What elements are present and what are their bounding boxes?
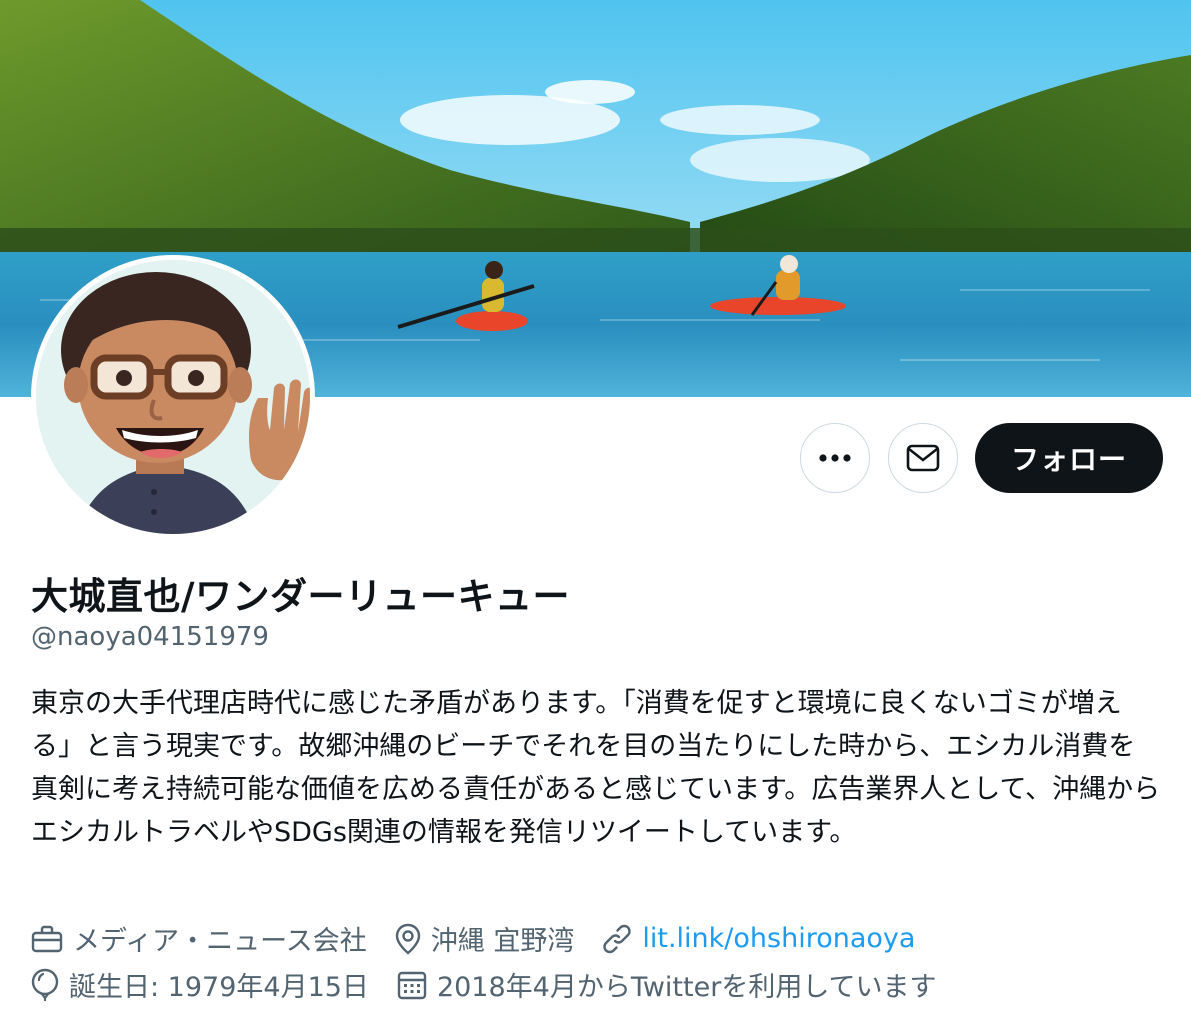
profile-avatar-frame[interactable] (31, 255, 315, 539)
follow-button-label: フォロー (1010, 443, 1127, 476)
mail-icon (906, 444, 940, 472)
meta-category: メディア・ニュース会社 (31, 919, 367, 958)
more-icon (819, 454, 851, 462)
more-button[interactable] (800, 423, 870, 493)
profile-bio: 東京の大手代理店時代に感じた矛盾があります。「消費を促すと環境に良くないゴミが増… (31, 688, 1161, 848)
meta-link[interactable]: lit.link/ohshironaoya (602, 923, 915, 954)
meta-joined: 2018年4月からTwitterを利用しています (397, 965, 937, 1004)
meta-joined-text: 2018年4月からTwitterを利用しています (436, 972, 937, 1003)
meta-birthday: 誕生日: 1979年4月15日 (31, 965, 369, 1004)
display-name: 大城直也/ワンダーリューキュー (31, 575, 571, 618)
calendar-icon (397, 971, 427, 999)
meta-location-text: 沖縄 宜野湾 (430, 926, 575, 957)
balloon-icon (31, 968, 59, 1001)
profile-website-link[interactable]: lit.link/ohshironaoya (642, 923, 915, 954)
message-button[interactable] (888, 423, 958, 493)
profile-meta-row-1: メディア・ニュース会社 沖縄 宜野湾 lit.link/ohshironaoya (31, 919, 943, 958)
link-icon (603, 924, 632, 953)
meta-location: 沖縄 宜野湾 (395, 919, 575, 958)
meta-birthday-text: 誕生日: 1979年4月15日 (69, 972, 369, 1003)
user-handle: @naoya04151979 (31, 622, 269, 652)
location-pin-icon (395, 923, 420, 955)
briefcase-icon (31, 925, 63, 952)
meta-category-text: メディア・ニュース会社 (73, 926, 367, 957)
follow-button[interactable]: フォロー (975, 423, 1163, 493)
avatar (36, 260, 310, 534)
profile-meta-row-2: 誕生日: 1979年4月15日 2018年4月からTwitterを利用しています (31, 965, 965, 1004)
